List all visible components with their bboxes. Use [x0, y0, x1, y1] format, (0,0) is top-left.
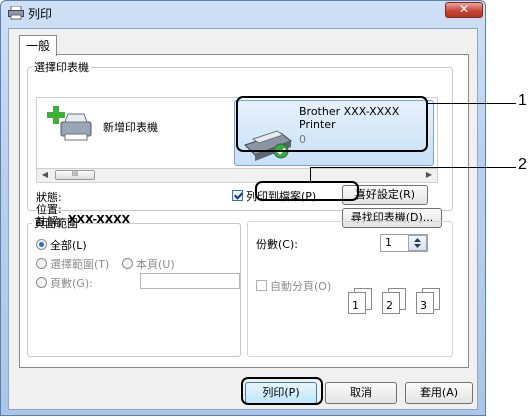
collate-page-1-icon: 1	[348, 288, 374, 314]
copies-stepper[interactable]	[408, 235, 427, 251]
print-to-file-checkbox[interactable]	[232, 190, 243, 201]
page-range-current-radio[interactable]	[122, 258, 133, 269]
close-button[interactable]: ✕	[445, 2, 483, 18]
select-printer-legend: 選擇印表機	[34, 61, 89, 74]
add-printer-label[interactable]: 新增印表機	[103, 119, 158, 135]
collate-page-2-icon: 2	[382, 288, 408, 314]
collate-page-3-num: 3	[420, 299, 427, 312]
apply-button[interactable]: 套用(A)	[405, 382, 473, 404]
window-title: 列印	[28, 7, 53, 21]
printer-list-scrollbar[interactable]: ◀ III ▶	[36, 169, 438, 183]
collate-checkbox[interactable]	[256, 280, 267, 291]
callout-line-2-drop	[310, 167, 311, 181]
page-range-pages-label[interactable]: 頁數(G):	[50, 275, 93, 291]
page-range-current-label[interactable]: 本頁(U)	[136, 256, 175, 272]
collate-page-1-num: 1	[352, 299, 359, 312]
callout-ring-print-button	[241, 377, 323, 405]
collate-page-2-num: 2	[386, 299, 393, 312]
scroll-left-arrow-icon[interactable]: ◀	[39, 169, 51, 181]
collate-page-3-icon: 3	[416, 288, 442, 314]
page-range-legend: 頁面範圍	[34, 217, 78, 230]
page-range-selection-label[interactable]: 選擇範圍(T)	[50, 256, 109, 272]
scroll-thumb[interactable]: III	[55, 170, 95, 180]
callout-ring-print-to-file	[255, 181, 359, 201]
callout-ring-printer	[236, 96, 428, 152]
cancel-button[interactable]: 取消	[325, 382, 397, 404]
copies-label: 份數(C):	[256, 238, 298, 251]
callout-line-1	[428, 103, 516, 104]
page-range-all-label[interactable]: 全部(L)	[50, 237, 87, 253]
callout-number-1: 1	[518, 92, 527, 109]
page-range-group: 頁面範圍 全部(L) 選擇範圍(T) 本頁(U) 頁數(G):	[27, 215, 241, 357]
printer-icon	[8, 6, 24, 20]
page-range-all-radio[interactable]	[36, 239, 47, 250]
collate-label[interactable]: 自動分頁(O)	[270, 278, 331, 294]
copies-panel: 份數(C): 1 自動分頁(O) 1 2 3	[247, 221, 453, 357]
dialog-client-area: 一般 選擇印表機 新增印表機 Brother XXX-XXXX Printer …	[8, 28, 478, 410]
callout-number-2: 2	[518, 156, 527, 173]
tab-general[interactable]: 一般	[19, 35, 57, 56]
pages-input[interactable]	[140, 273, 240, 289]
print-dialog-window: 列印 ✕ 一般 選擇印表機 新增印表機 Brother XXX-XXXX Pri…	[0, 0, 486, 416]
callout-line-2	[310, 167, 516, 168]
stepper-arrows-icon	[414, 238, 421, 248]
page-range-selection-radio[interactable]	[36, 258, 47, 269]
page-range-pages-radio[interactable]	[36, 277, 47, 288]
add-printer-icon[interactable]	[47, 104, 95, 144]
scroll-right-arrow-icon[interactable]: ▶	[423, 169, 435, 181]
title-bar[interactable]: 列印 ✕	[1, 1, 485, 25]
